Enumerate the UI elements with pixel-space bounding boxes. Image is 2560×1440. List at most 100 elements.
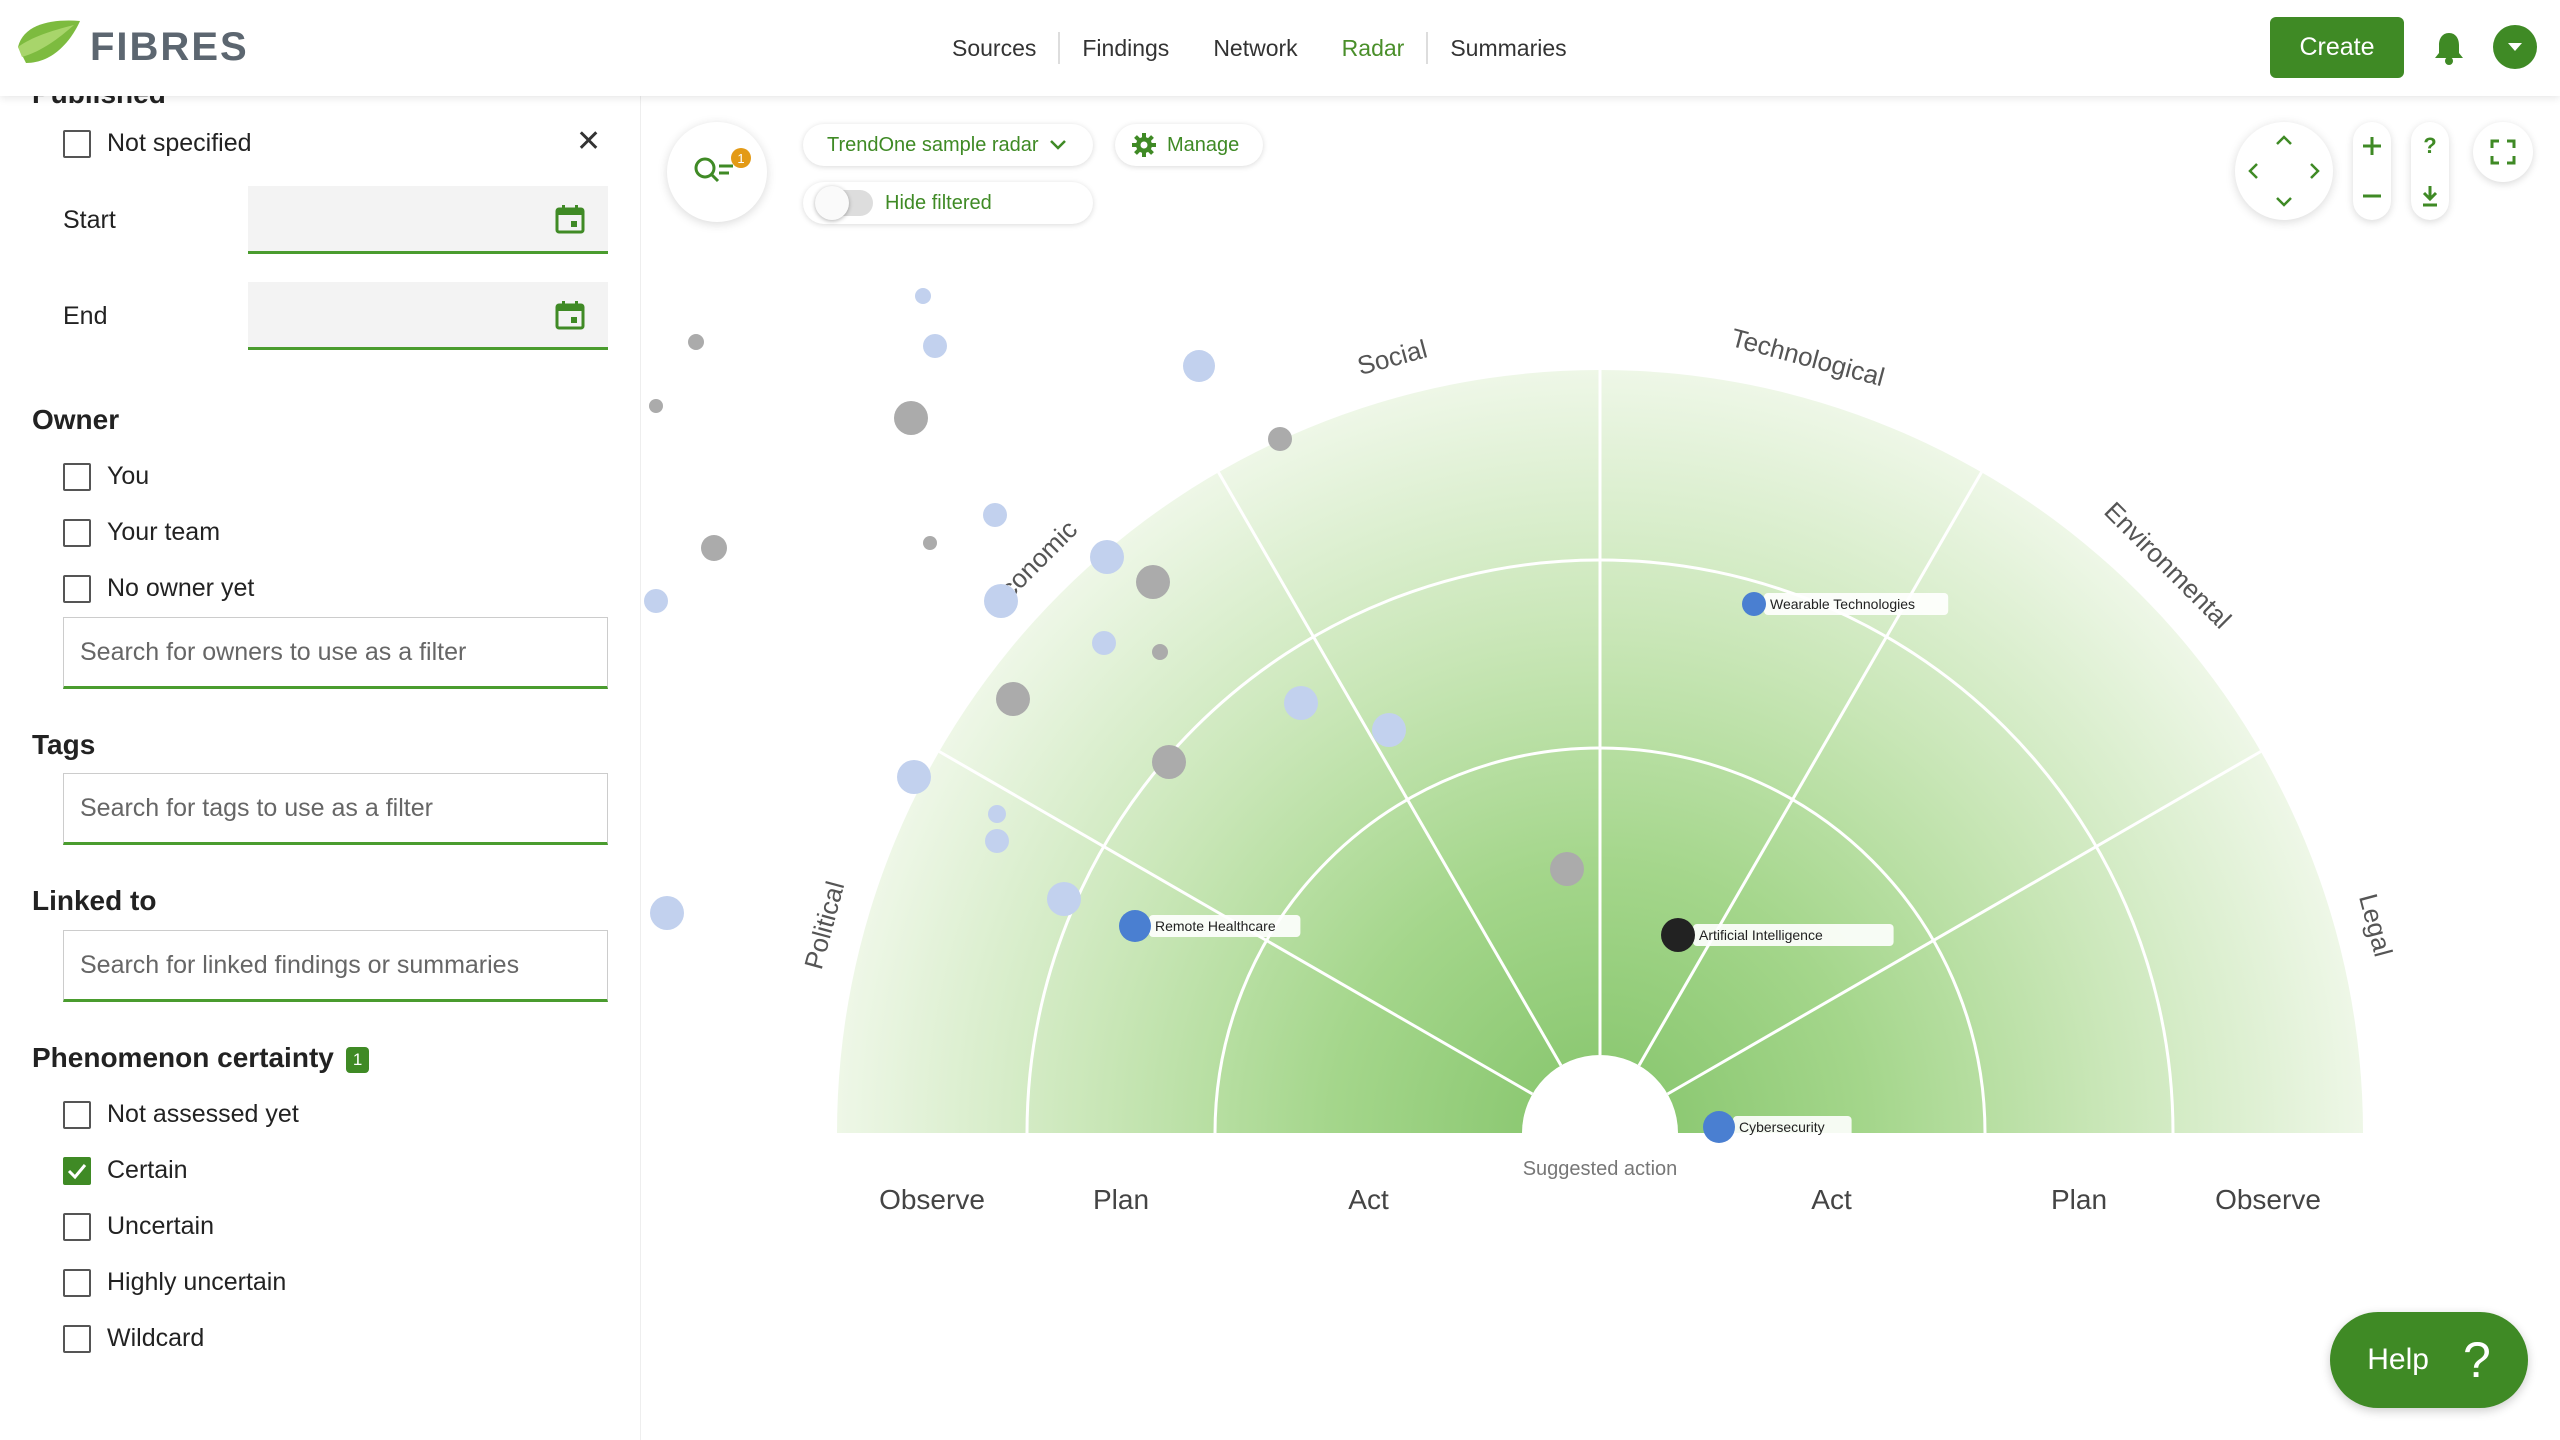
zoom-out-button[interactable]: [2360, 184, 2384, 208]
published-section-title: Published: [32, 96, 166, 110]
manage-button[interactable]: Manage: [1115, 124, 1263, 166]
owner-none-checkbox[interactable]: [63, 574, 91, 603]
ring-label-right-plan: Plan: [2051, 1184, 2107, 1215]
radar-item-dot[interactable]: [1284, 686, 1318, 720]
radar-item-dot[interactable]: [1742, 592, 1766, 616]
not-specified-checkbox[interactable]: [63, 129, 91, 158]
certainty-title-text: Phenomenon certainty: [32, 1042, 334, 1073]
radar-item-dot[interactable]: [897, 760, 931, 794]
certainty-uncertain-checkbox[interactable]: [63, 1212, 91, 1241]
radar-chart[interactable]: PoliticalEconomicSocial TechnologicalEnvi…: [641, 96, 2560, 1440]
radar-item-dot[interactable]: [915, 288, 931, 304]
radar-item-dot[interactable]: [701, 535, 727, 561]
hide-filtered-toggle[interactable]: [815, 186, 873, 220]
owner-your-team-row[interactable]: Your team: [63, 518, 220, 547]
fullscreen-button[interactable]: [2473, 122, 2533, 182]
chevron-up-icon: [2276, 135, 2292, 145]
help-download-control: ?: [2411, 122, 2449, 220]
radar-item-dot[interactable]: [649, 399, 663, 413]
radar-item-dot[interactable]: [1550, 852, 1584, 886]
nav-summaries[interactable]: Summaries: [1428, 35, 1588, 62]
radar-item-dot[interactable]: [996, 682, 1030, 716]
radar-item-dot[interactable]: [1372, 713, 1406, 747]
tags-section-title: Tags: [32, 729, 96, 760]
radar-item-dot[interactable]: [985, 829, 1009, 853]
clear-published-close-icon[interactable]: ✕: [576, 124, 601, 159]
owner-search-input[interactable]: [63, 617, 608, 689]
end-date-input[interactable]: [248, 282, 608, 350]
owner-your-team-checkbox[interactable]: [63, 518, 91, 547]
radar-item-dot[interactable]: [1090, 540, 1124, 574]
nav-findings[interactable]: Findings: [1060, 35, 1191, 62]
certainty-wildcard-row[interactable]: Wildcard: [63, 1324, 204, 1353]
radar-item-dot[interactable]: [1268, 427, 1292, 451]
certainty-highly-uncertain-row[interactable]: Highly uncertain: [63, 1268, 286, 1297]
owner-your-team-label: Your team: [107, 518, 221, 546]
top-bar: FIBRES Sources Findings Network Radar Su…: [0, 0, 2560, 96]
radar-item-dot[interactable]: [1152, 644, 1168, 660]
user-menu-button[interactable]: [2493, 25, 2537, 69]
radar-item-dot[interactable]: [1661, 918, 1695, 952]
start-date-input[interactable]: [248, 186, 608, 254]
radar-item-dot[interactable]: [1047, 882, 1081, 916]
radar-item-dot[interactable]: [984, 584, 1018, 618]
radar-main: Political Economic Social Technological Envi…: [641, 96, 2560, 1440]
pan-left-button[interactable]: [2241, 159, 2265, 183]
create-button[interactable]: Create: [2270, 17, 2404, 78]
pan-right-button[interactable]: [2303, 159, 2327, 183]
filter-sidebar[interactable]: Published Not specified ✕ Start End Owne…: [0, 96, 641, 1440]
radar-item-dot[interactable]: [1136, 565, 1170, 599]
certainty-wildcard-checkbox[interactable]: [63, 1324, 91, 1353]
toggle-knob: [815, 186, 849, 220]
radar-item-dot[interactable]: [644, 589, 668, 613]
nav-sources[interactable]: Sources: [930, 35, 1058, 62]
pan-down-button[interactable]: [2272, 190, 2296, 214]
radar-item-dot[interactable]: [1092, 631, 1116, 655]
radar-item-dot[interactable]: [1152, 745, 1186, 779]
minus-icon: [2363, 194, 2381, 198]
certainty-highly-uncertain-checkbox[interactable]: [63, 1268, 91, 1297]
owner-you-checkbox[interactable]: [63, 462, 91, 491]
radar-item-wearable-technologies[interactable]: Wearable Technologies: [1742, 592, 1949, 616]
linked-search-input[interactable]: [63, 930, 608, 1002]
certainty-certain-row[interactable]: Certain: [63, 1156, 188, 1185]
pan-up-button[interactable]: [2272, 128, 2296, 152]
certainty-not-assessed-row[interactable]: Not assessed yet: [63, 1100, 299, 1129]
checkmark-icon: [67, 1163, 87, 1179]
radar-item-dot[interactable]: [688, 334, 704, 350]
certainty-uncertain-row[interactable]: Uncertain: [63, 1212, 214, 1241]
nav-radar[interactable]: Radar: [1320, 35, 1427, 62]
radar-item-dot[interactable]: [983, 503, 1007, 527]
radar-item-dot[interactable]: [650, 896, 684, 930]
radar-help-icon[interactable]: ?: [2418, 133, 2442, 158]
radar-item-dot[interactable]: [1183, 350, 1215, 382]
notifications-bell-icon[interactable]: [2432, 30, 2466, 66]
hide-filtered-label: Hide filtered: [885, 191, 992, 214]
owner-you-row[interactable]: You: [63, 462, 149, 491]
certainty-certain-label: Certain: [107, 1156, 188, 1184]
radar-item-dot[interactable]: [923, 536, 937, 550]
radar-select-dropdown[interactable]: TrendOne sample radar: [803, 124, 1093, 166]
start-date-label: Start: [63, 206, 116, 234]
help-button[interactable]: Help ?: [2330, 1312, 2528, 1408]
radar-item-dot[interactable]: [988, 805, 1006, 823]
filter-toggle-button[interactable]: 1: [667, 122, 767, 222]
filter-count-badge: 1: [731, 148, 751, 168]
zoom-in-button[interactable]: [2360, 134, 2384, 158]
radar-item-dot[interactable]: [1119, 910, 1151, 942]
owner-none-row[interactable]: No owner yet: [63, 574, 254, 603]
tags-search-input[interactable]: [63, 773, 608, 845]
nav-network[interactable]: Network: [1191, 35, 1319, 62]
certainty-certain-checkbox[interactable]: [63, 1156, 91, 1185]
calendar-icon[interactable]: [554, 203, 586, 235]
hide-filtered-toggle-row[interactable]: Hide filtered: [803, 182, 1093, 224]
radar-item-dot[interactable]: [894, 401, 928, 435]
radar-item-dot[interactable]: [923, 334, 947, 358]
main-nav: Sources Findings Network Radar Summaries: [930, 0, 1589, 96]
certainty-not-assessed-checkbox[interactable]: [63, 1100, 91, 1129]
radar-item-dot[interactable]: [1703, 1111, 1735, 1143]
fibres-logo[interactable]: FIBRES: [14, 12, 249, 82]
calendar-icon[interactable]: [554, 299, 586, 331]
download-button[interactable]: [2418, 184, 2442, 208]
not-specified-checkbox-row[interactable]: Not specified: [63, 129, 252, 158]
